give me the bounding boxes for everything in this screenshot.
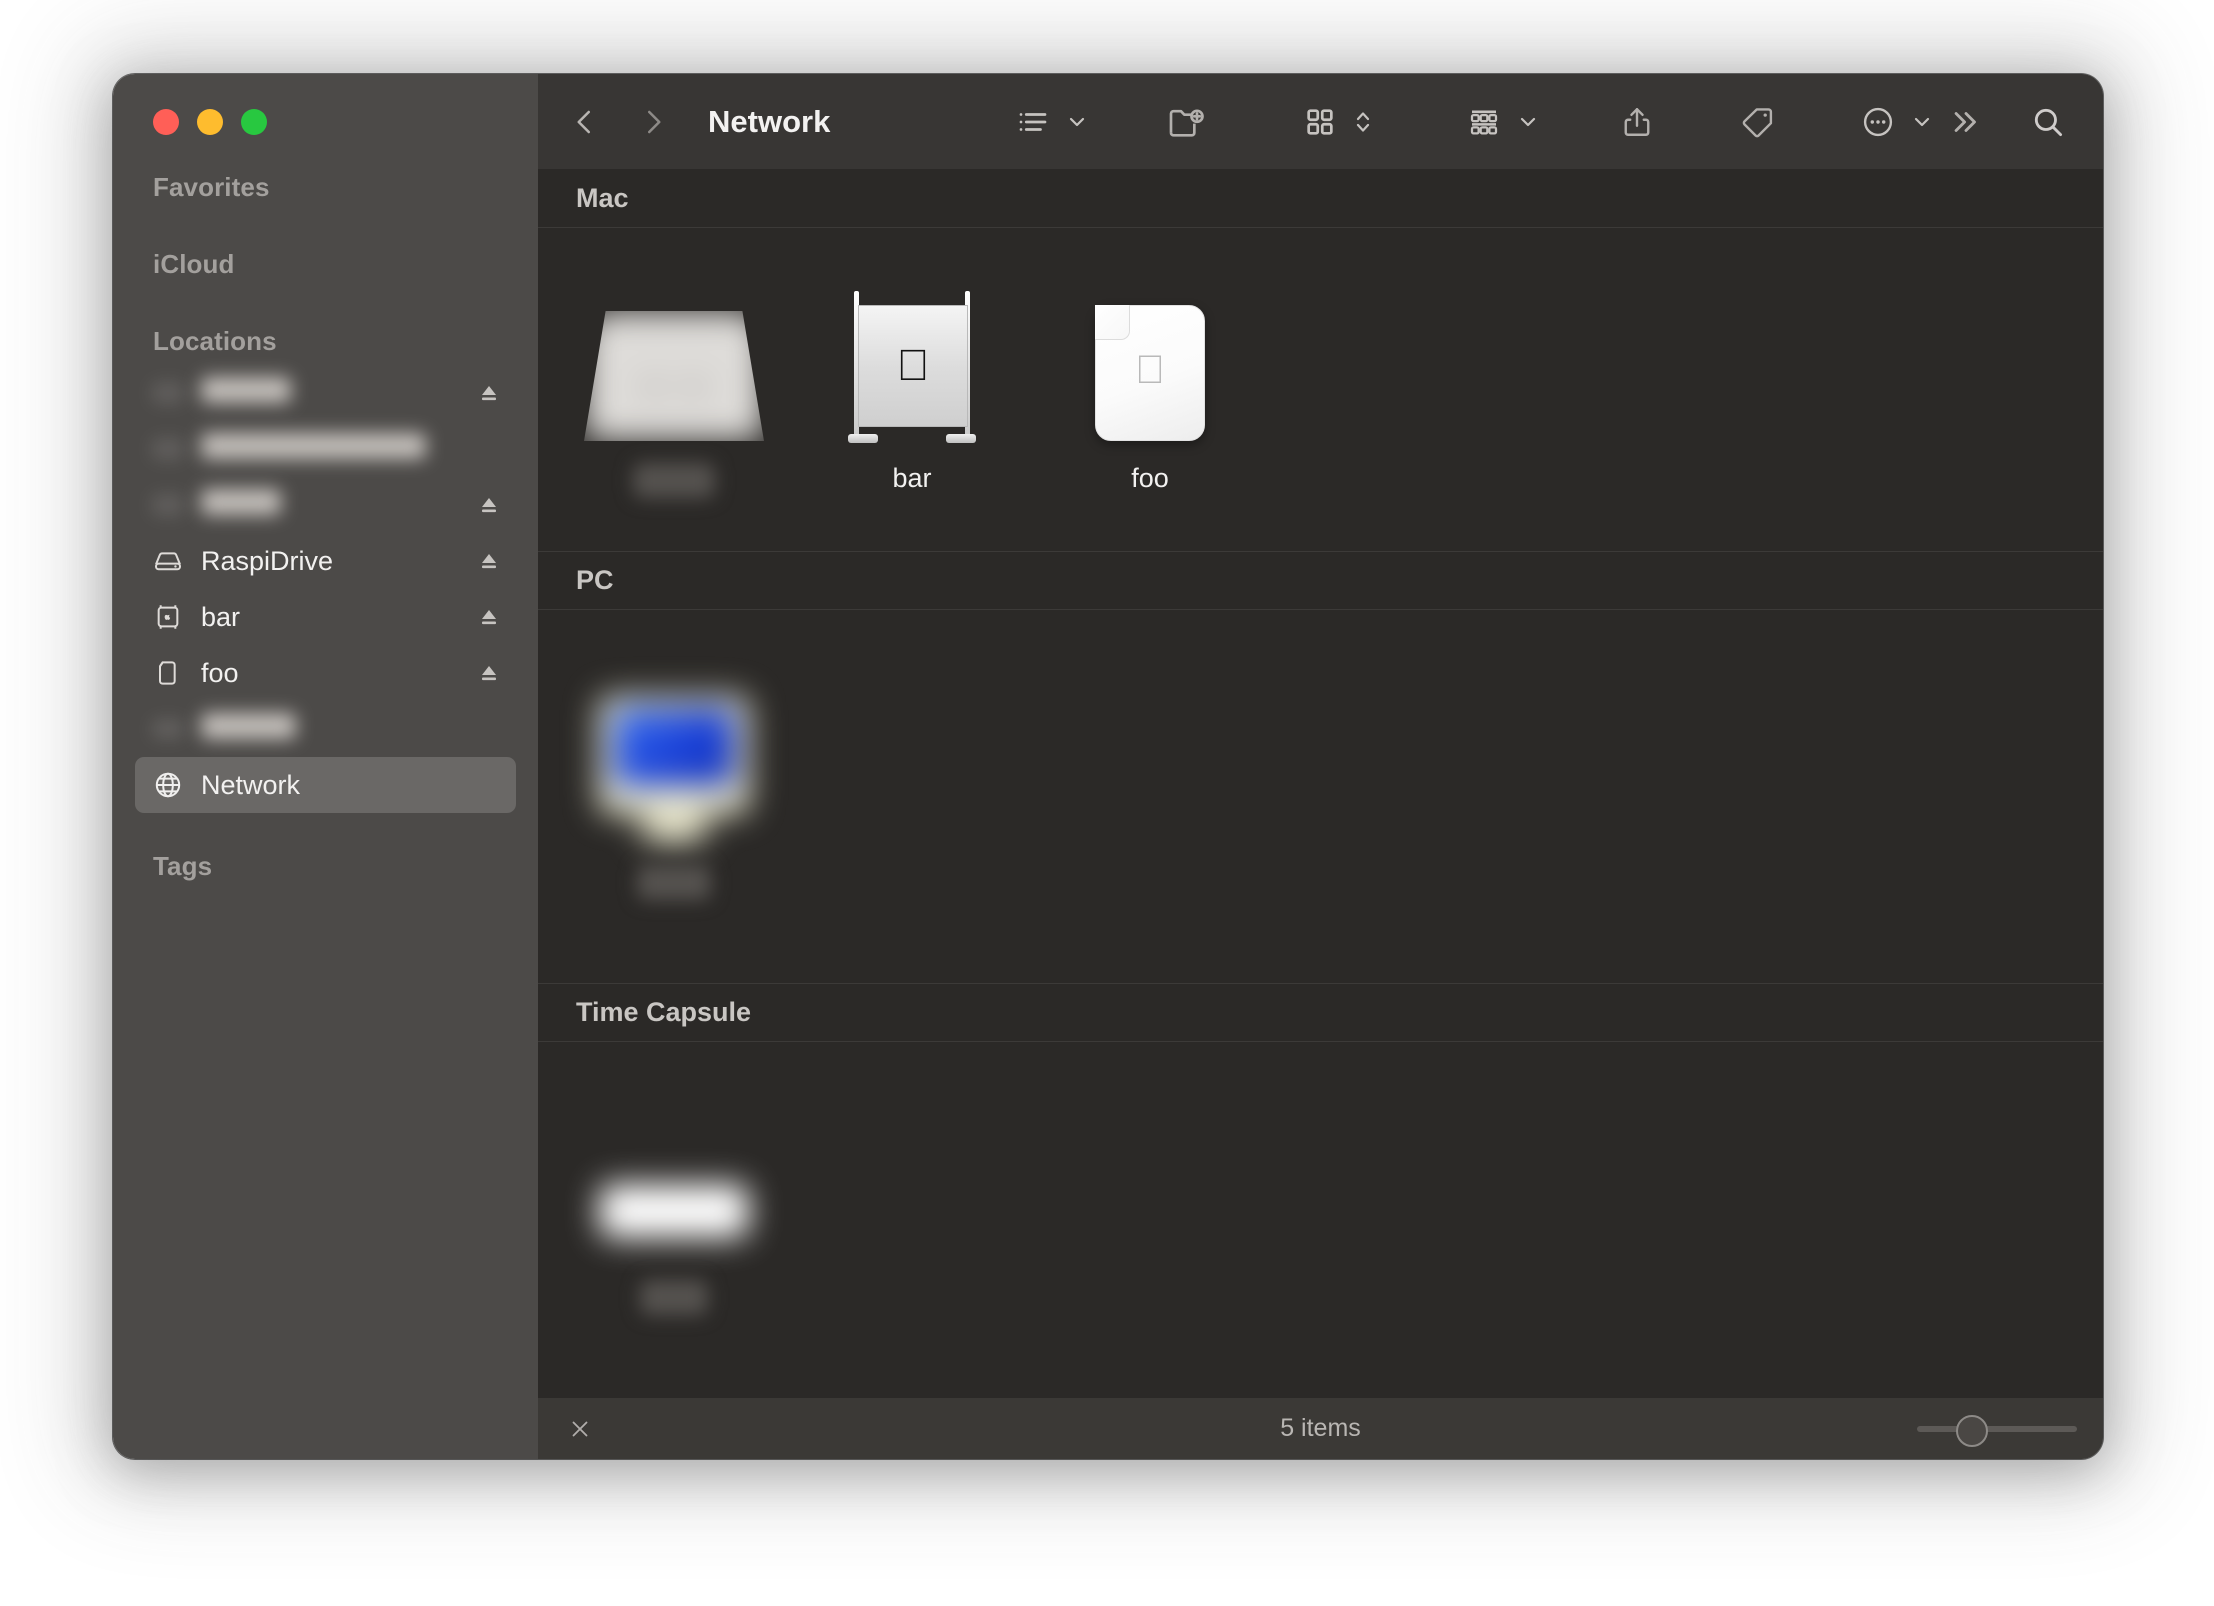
minimize-window-button[interactable]: [197, 109, 223, 135]
group-header-pc: PC: [538, 552, 2103, 610]
sidebar-item-raspidrive[interactable]: RaspiDrive: [135, 533, 516, 589]
more-actions-icon[interactable]: [1851, 95, 1905, 149]
sidebar-item-label: [201, 376, 291, 410]
chevron-down-icon[interactable]: [1060, 95, 1094, 149]
apple-device-icon: : [1095, 256, 1205, 441]
item-count-label: 5 items: [1280, 1414, 1361, 1442]
sidebar-section-tags: Tags: [153, 851, 213, 881]
disk-icon: [151, 376, 185, 410]
sidebar-section-locations: Locations: [153, 326, 277, 356]
navigation-buttons: [558, 95, 680, 149]
window-title: Network: [708, 103, 831, 139]
eject-icon[interactable]: [476, 492, 502, 518]
eject-icon[interactable]: [476, 380, 502, 406]
sidebar-item-foo[interactable]: foo: [135, 645, 516, 701]
slider-knob[interactable]: [1955, 1414, 1988, 1447]
network-item-bar[interactable]:  bar: [814, 256, 1010, 494]
tag-icon[interactable]: [1730, 95, 1787, 149]
chevron-down-icon[interactable]: [1511, 95, 1545, 149]
sidebar-item-label: RaspiDrive: [201, 545, 334, 576]
icon-view-icon[interactable]: [1293, 95, 1347, 149]
sidebar-item-redacted-4[interactable]: [135, 701, 516, 757]
view-options-button[interactable]: [1006, 95, 1094, 149]
disk-icon: [151, 712, 185, 746]
list-view-icon[interactable]: [1006, 95, 1060, 149]
finder-window: Favorites iCloud Locations RaspiDrive ba…: [113, 74, 2103, 1459]
toolbar-right-group: [1939, 95, 2075, 149]
group-header-mac: Mac: [538, 170, 2103, 228]
globe-icon: [151, 768, 185, 802]
crt-monitor-icon: [598, 668, 750, 843]
item-label: foo: [1131, 463, 1169, 493]
chevron-up-down-icon[interactable]: [1347, 95, 1379, 149]
sidebar-item-label: bar: [201, 601, 241, 632]
sidebar-item-label: [201, 488, 281, 522]
share-icon[interactable]: [1609, 95, 1666, 149]
eject-icon[interactable]: [476, 604, 502, 630]
status-bar: 5 items: [538, 1397, 2103, 1459]
network-item-redacted-mac[interactable]: [576, 256, 772, 498]
chevron-down-icon[interactable]: [1905, 95, 1939, 149]
item-label: [640, 1280, 708, 1315]
group-body-time-capsule: [538, 1042, 2103, 1397]
mac-blurred-icon: [584, 256, 764, 441]
eject-icon[interactable]: [476, 548, 502, 574]
zoom-window-button[interactable]: [241, 109, 267, 135]
screen: Favorites iCloud Locations RaspiDrive ba…: [0, 0, 2214, 1606]
sidebar-item-label: foo: [201, 657, 239, 688]
forward-button[interactable]: [626, 95, 680, 149]
disk-icon: [151, 488, 185, 522]
group-body-mac:  bar : [538, 228, 2103, 552]
sidebar-item-label: [201, 432, 426, 466]
sidebar-item-redacted-1[interactable]: [135, 365, 516, 421]
new-folder-icon[interactable]: [1158, 95, 1215, 149]
sidebar: Favorites iCloud Locations RaspiDrive ba…: [113, 74, 538, 1459]
main-pane: Network Mac bar foo PC Time Capsule 5 it…: [538, 74, 2103, 1459]
sidebar-item-network[interactable]: Network: [135, 757, 516, 813]
network-item-foo[interactable]:  foo: [1052, 256, 1248, 494]
window-controls: [113, 74, 538, 135]
content-area: Mac bar foo PC Time Capsule: [538, 170, 2103, 1397]
search-icon[interactable]: [2021, 95, 2075, 149]
sidebar-item-bar[interactable]: bar: [135, 589, 516, 645]
mac-pro-icon: [151, 600, 185, 634]
eject-icon[interactable]: [476, 660, 502, 686]
network-item-redacted-timecapsule[interactable]: [576, 1128, 772, 1315]
external-drive-icon: [151, 544, 185, 578]
item-label: [636, 865, 712, 900]
sidebar-item-label: [201, 712, 296, 746]
slider-track: [1917, 1425, 2077, 1432]
group-by-icon[interactable]: [1457, 95, 1511, 149]
sidebar-item-redacted-2[interactable]: [135, 421, 516, 477]
network-item-redacted-pc[interactable]: [576, 668, 772, 900]
item-label: bar: [892, 463, 932, 493]
disk-icon: [151, 432, 185, 466]
close-icon[interactable]: [560, 1409, 600, 1449]
close-window-button[interactable]: [153, 109, 179, 135]
group-by-button[interactable]: [1457, 95, 1545, 149]
zoom-slider[interactable]: [1917, 1409, 2077, 1449]
device-icon: [151, 656, 185, 690]
mac-pro-icon: : [848, 256, 976, 443]
sidebar-item-redacted-3[interactable]: [135, 477, 516, 533]
time-capsule-icon: [599, 1128, 749, 1238]
group-body-pc: [538, 610, 2103, 984]
icon-size-button[interactable]: [1293, 95, 1379, 149]
sidebar-section-icloud: iCloud: [153, 249, 235, 279]
overflow-icon[interactable]: [1939, 95, 1993, 149]
toolbar: Network: [538, 74, 2103, 170]
item-label: [632, 463, 715, 498]
more-actions-button[interactable]: [1851, 95, 1939, 149]
back-button[interactable]: [558, 95, 612, 149]
sidebar-section-favorites: Favorites: [153, 172, 270, 202]
sidebar-item-label: Network: [201, 769, 301, 800]
group-header-time-capsule: Time Capsule: [538, 984, 2103, 1042]
